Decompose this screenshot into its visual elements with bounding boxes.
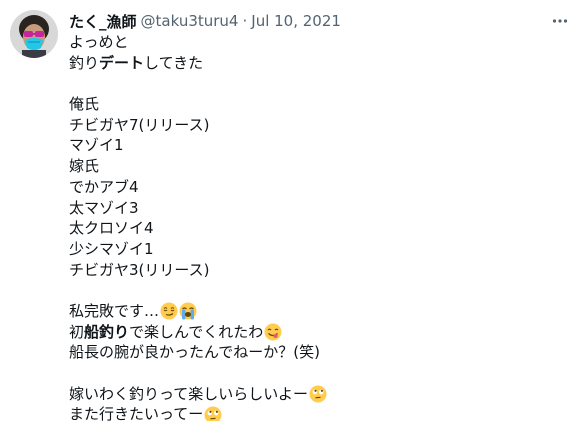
text-segment: 少シマゾイ1 (69, 239, 154, 258)
text-line: 船長の腕が良かったんでねーか？(笑) (69, 342, 569, 363)
face-with-rolling-eyes-emoji (204, 406, 222, 421)
text-line: チビガヤ3(リリース) (69, 260, 569, 281)
text-line: 嫁氏 (69, 156, 569, 177)
text-line: 俺氏 (69, 94, 569, 115)
tweet-text: よっめと 釣り デート してきた 俺氏 チビガヤ7(リリース) マゾイ1 嫁氏 でか… (69, 32, 569, 421)
text-line: マゾイ1 (69, 135, 569, 156)
text-segment: 嫁氏 (69, 157, 100, 176)
text-line: チビガヤ7(リリース) (69, 115, 569, 136)
display-name[interactable]: たく_漁師 (69, 11, 137, 32)
text-segment: 太マゾイ3 (69, 198, 139, 217)
highlighted-text: デート (99, 53, 145, 72)
avatar-image (10, 10, 58, 58)
text-segment: 俺氏 (69, 95, 100, 114)
text-segment: してきた (144, 53, 204, 72)
text-segment: よっめと (69, 33, 129, 51)
separator-dot: · (242, 12, 248, 30)
text-line: 私完敗です… (69, 301, 569, 322)
more-icon (552, 19, 568, 23)
text-line: よっめと (69, 32, 569, 53)
text-segment: 船長の腕が良かったんでねーか？(笑) (69, 343, 320, 362)
user-handle[interactable]: @taku3turu4 (141, 12, 239, 30)
smirking-face-emoji (160, 302, 178, 320)
tweet-date[interactable]: Jul 10, 2021 (251, 12, 341, 30)
tweet-header: たく_漁師 @taku3turu4 · Jul 10, 2021 (69, 10, 341, 32)
text-segment: 釣り (69, 53, 100, 72)
more-options-button[interactable] (549, 10, 571, 32)
text-segment: でかアブ4 (69, 177, 139, 196)
avatar[interactable] (10, 10, 58, 58)
text-line: 初船釣り で楽しんでくれたわ (69, 322, 569, 343)
face-savoring-food-emoji (264, 323, 282, 341)
text-segment: 嫁いわく釣りって楽しいらしいよー (69, 384, 308, 403)
text-segment: 私完敗です… (69, 301, 160, 320)
text-line: 太クロソイ4 (69, 218, 569, 239)
text-line: 釣り デート してきた (69, 53, 569, 74)
text-segment: マゾイ1 (69, 136, 124, 155)
text-line: 太マゾイ3 (69, 198, 569, 219)
text-line: 嫁いわく釣りって楽しいらしいよー (69, 384, 569, 405)
text-line: また行きたいってー (69, 404, 569, 421)
text-line: 少シマゾイ1 (69, 239, 569, 260)
text-segment: で楽しんでくれたわ (129, 322, 264, 341)
text-segment: 初 (69, 322, 85, 341)
tweet-card[interactable]: たく_漁師 @taku3turu4 · Jul 10, 2021 よっめと 釣り… (0, 0, 587, 421)
highlighted-text: 船釣り (84, 322, 130, 341)
text-segment: 太クロソイ4 (69, 219, 154, 238)
text-line: でかアブ4 (69, 177, 569, 198)
text-segment: チビガヤ3(リリース) (69, 260, 210, 279)
loudly-crying-face-emoji (179, 302, 197, 320)
text-segment: チビガヤ7(リリース) (69, 115, 210, 134)
face-with-rolling-eyes-emoji (309, 385, 327, 403)
text-segment: また行きたいってー (69, 405, 204, 421)
